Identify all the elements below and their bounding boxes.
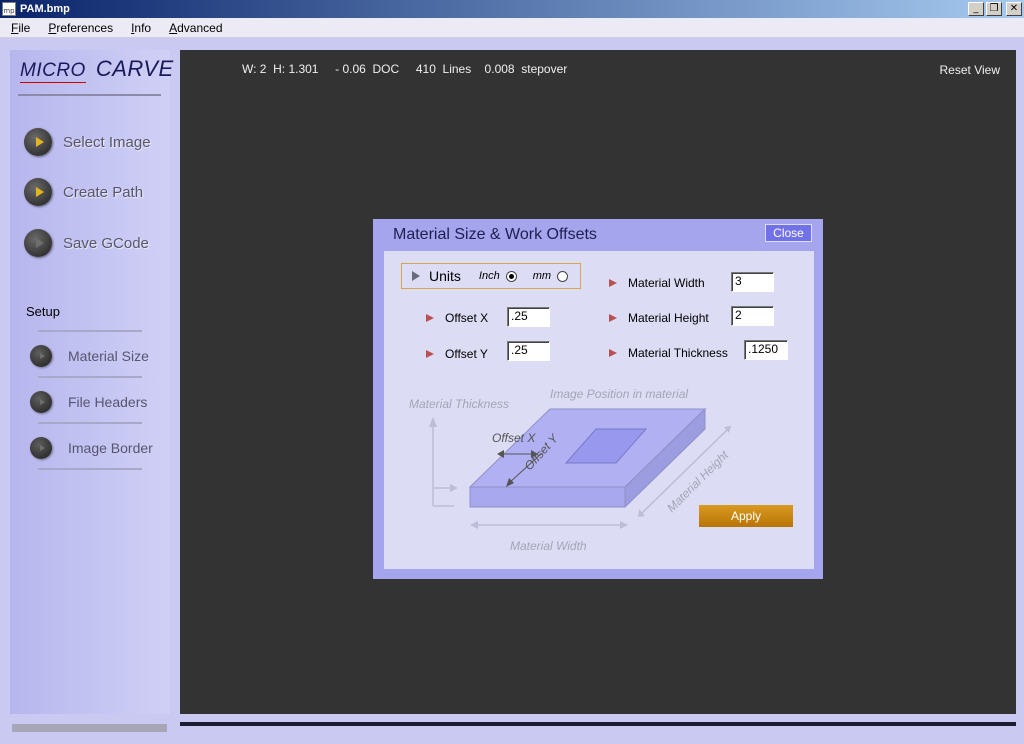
- diagram-image-position-label: Image Position in material: [550, 387, 689, 401]
- save-gcode-button[interactable]: Save GCode: [24, 228, 149, 258]
- play-icon: [24, 128, 52, 156]
- offset-x-field[interactable]: .25: [507, 307, 550, 327]
- file-headers-button[interactable]: File Headers: [30, 391, 147, 413]
- dialog-body: Material Thickness Image Position in mat…: [384, 251, 814, 569]
- dialog-title: Material Size & Work Offsets: [393, 226, 597, 243]
- window-controls: _ ❐ ✕: [968, 2, 1022, 16]
- material-width-row: Material Width: [609, 276, 705, 290]
- close-window-button[interactable]: ✕: [1006, 2, 1022, 16]
- sidebar: MICRO CARVE Select Image Create Path Sav…: [10, 50, 173, 714]
- material-height-field[interactable]: 2: [731, 306, 774, 326]
- units-mm-option[interactable]: mm: [533, 270, 569, 282]
- play-icon: [24, 178, 52, 206]
- apply-button[interactable]: Apply: [699, 505, 793, 527]
- menu-preferences[interactable]: Preferences: [37, 21, 120, 35]
- units-selector: Units Inch mm: [401, 263, 581, 289]
- play-icon: [30, 391, 52, 413]
- sidebar-scrollbar[interactable]: [12, 724, 167, 732]
- arrow-icon: [412, 271, 420, 281]
- arrow-icon: [426, 314, 434, 322]
- material-height-row: Material Height: [609, 311, 709, 325]
- divider: [38, 376, 142, 378]
- reset-view-link[interactable]: Reset View: [940, 63, 1000, 77]
- material-width-field[interactable]: 3: [731, 272, 774, 292]
- progress-bar: [180, 722, 1016, 726]
- inch-radio[interactable]: [505, 270, 517, 282]
- divider: [38, 468, 142, 470]
- close-button[interactable]: Close: [765, 224, 812, 242]
- offset-y-row: Offset Y: [426, 347, 488, 361]
- units-inch-option[interactable]: Inch: [479, 270, 517, 282]
- arrow-icon: [426, 350, 434, 358]
- material-thickness-field[interactable]: .1250: [744, 340, 788, 360]
- menu-bar: File Preferences Info Advanced: [0, 18, 1024, 38]
- app-icon: mp: [2, 2, 16, 16]
- menu-info[interactable]: Info: [120, 21, 158, 35]
- material-size-button[interactable]: Material Size: [30, 345, 149, 367]
- play-icon: [24, 229, 52, 257]
- arrow-icon: [609, 349, 617, 357]
- restore-button[interactable]: ❐: [986, 2, 1002, 16]
- setup-heading: Setup: [26, 304, 60, 319]
- material-size-dialog: Material Size & Work Offsets Close Mater…: [373, 219, 823, 579]
- arrow-icon: [609, 314, 617, 322]
- mm-radio[interactable]: [557, 270, 569, 282]
- title-bar: mp PAM.bmp _ ❐ ✕: [0, 0, 1024, 18]
- image-border-button[interactable]: Image Border: [30, 437, 153, 459]
- status-readout: W: 2 H: 1.301 - 0.06 DOC 410 Lines 0.008…: [242, 62, 568, 76]
- play-icon: [30, 437, 52, 459]
- divider: [38, 330, 142, 332]
- play-icon: [30, 345, 52, 367]
- diagram-offset-x-label: Offset X: [492, 431, 536, 445]
- offset-y-field[interactable]: .25: [507, 341, 550, 361]
- create-path-button[interactable]: Create Path: [24, 177, 143, 207]
- menu-file[interactable]: File: [0, 21, 37, 35]
- window-title: PAM.bmp: [20, 3, 70, 15]
- offset-x-row: Offset X: [426, 311, 488, 325]
- select-image-button[interactable]: Select Image: [24, 127, 151, 157]
- divider: [38, 422, 142, 424]
- menu-advanced[interactable]: Advanced: [158, 21, 229, 35]
- material-thickness-row: Material Thickness: [609, 346, 728, 360]
- minimize-button[interactable]: _: [968, 2, 984, 16]
- diagram-thickness-label: Material Thickness: [409, 397, 510, 411]
- app-logo: MICRO CARVE: [20, 56, 174, 83]
- arrow-icon: [609, 279, 617, 287]
- diagram-width-label: Material Width: [510, 539, 587, 553]
- logo-divider: [18, 94, 161, 96]
